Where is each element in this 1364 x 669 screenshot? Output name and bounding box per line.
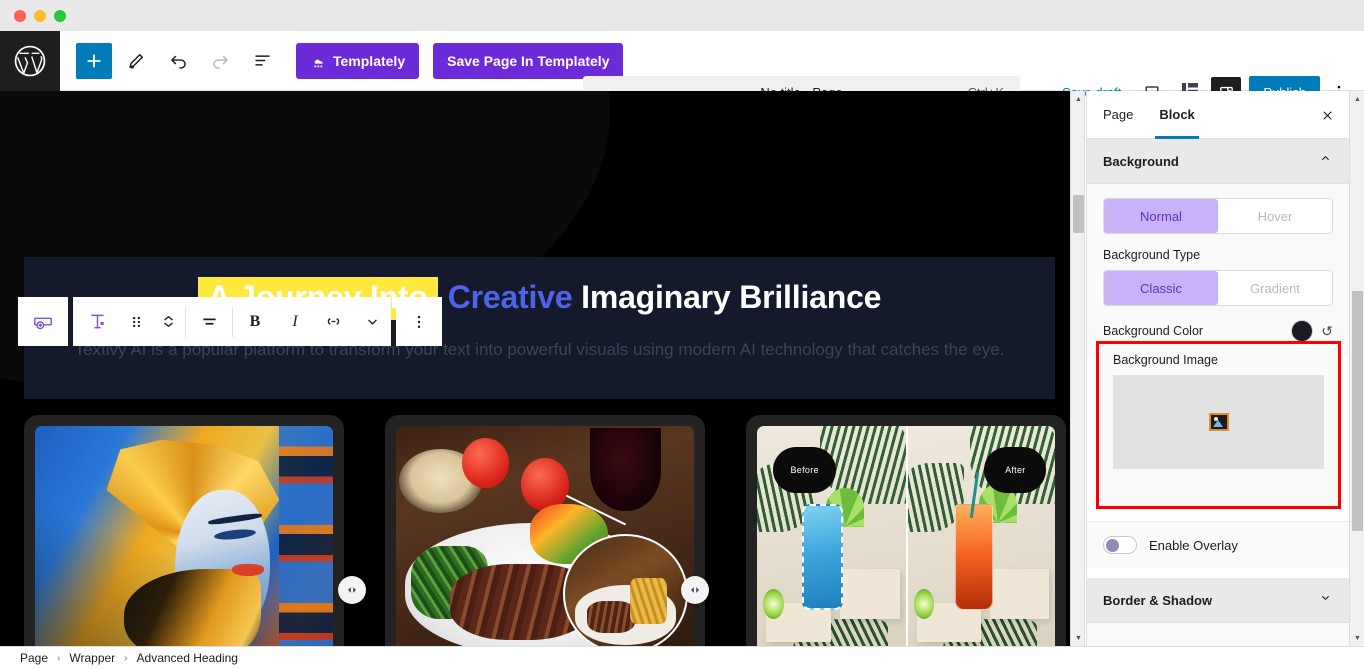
card-before-after[interactable]: Before After — [746, 415, 1066, 646]
before-half: Before — [757, 426, 906, 646]
advanced-heading-icon[interactable] — [73, 297, 121, 346]
settings-sidebar: Page Block Background Normal Hover Backg… — [1086, 91, 1349, 646]
chevron-down-icon[interactable] — [353, 297, 391, 346]
pencil-icon[interactable] — [118, 43, 154, 79]
sidebar-tabs: Page Block — [1087, 91, 1349, 139]
before-label: Before — [773, 446, 836, 493]
drag-dots-icon[interactable] — [121, 297, 151, 346]
window-title-bar — [0, 0, 1364, 31]
card-cubist-portrait[interactable] — [24, 415, 344, 646]
border-shadow-panel-title: Border & Shadow — [1103, 592, 1213, 608]
after-half: After — [906, 426, 1055, 646]
editor-header: Templately Save Page In Templately No ti… — [0, 30, 1364, 108]
state-toggle: Normal Hover — [1103, 198, 1333, 234]
block-options-icon[interactable] — [396, 297, 442, 346]
wordpress-logo-icon[interactable] — [0, 30, 60, 91]
chevron-down-icon[interactable] — [1318, 590, 1333, 610]
image-placeholder-icon — [1208, 413, 1229, 431]
next-panel-stub — [1087, 623, 1349, 646]
header-tool-group: Templately Save Page In Templately — [60, 42, 624, 79]
close-icon[interactable] — [1315, 103, 1339, 127]
undo-arrow-icon[interactable] — [160, 43, 196, 79]
background-type-toggle: Classic Gradient — [1103, 270, 1333, 306]
border-shadow-panel-header[interactable]: Border & Shadow — [1087, 578, 1349, 623]
add-block-button[interactable] — [76, 42, 112, 79]
type-option-gradient[interactable]: Gradient — [1218, 271, 1332, 305]
background-image-section: Background Image — [1096, 341, 1341, 509]
breadcrumb-item-advanced-heading[interactable]: Advanced Heading — [137, 651, 238, 665]
window-close-button[interactable] — [14, 9, 26, 22]
templately-button-label: Templately — [333, 52, 406, 69]
canvas-scroll-thumb[interactable] — [1073, 195, 1084, 233]
align-icon[interactable] — [186, 297, 232, 346]
image-cards-row: Before After — [24, 415, 1066, 646]
heading-accent-text: Creative — [447, 279, 573, 315]
templately-button[interactable]: Templately — [296, 42, 420, 79]
window-zoom-button[interactable] — [54, 9, 66, 22]
breadcrumb-item-wrapper[interactable]: Wrapper — [69, 651, 115, 665]
state-option-normal[interactable]: Normal — [1104, 199, 1218, 233]
italic-icon[interactable]: I — [277, 297, 313, 346]
list-view-icon[interactable] — [244, 43, 280, 79]
canvas-scrollbar[interactable]: ▲ ▼ — [1070, 91, 1085, 646]
block-toolbar: B I — [18, 297, 442, 346]
toggle-knob — [1106, 539, 1119, 552]
breadcrumb-item-page[interactable]: Page — [20, 651, 48, 665]
enable-overlay-label: Enable Overlay — [1149, 537, 1238, 553]
background-image-label: Background Image — [1113, 353, 1218, 367]
sidebar-scroll-down-arrow[interactable]: ▼ — [1350, 630, 1364, 646]
card-resize-handle-left[interactable] — [338, 576, 366, 604]
tab-page[interactable]: Page — [1103, 91, 1133, 139]
sidebar-scrollbar[interactable]: ▲ ▼ — [1349, 91, 1364, 646]
background-color-label: Background Color — [1103, 324, 1204, 338]
save-in-templately-button[interactable]: Save Page In Templately — [433, 42, 624, 79]
background-panel-title: Background — [1103, 153, 1179, 169]
window-minimize-button[interactable] — [34, 9, 46, 22]
reset-icon[interactable]: ↺ — [1321, 323, 1333, 340]
breadcrumb-separator: › — [57, 652, 61, 664]
chevron-updown-icon[interactable] — [151, 297, 185, 346]
breadcrumb: Page › Wrapper › Advanced Heading — [0, 646, 1364, 669]
block-toolbar-main: B I — [73, 297, 391, 346]
link-icon[interactable] — [313, 297, 353, 346]
editor-canvas[interactable]: B I A — [0, 91, 1070, 646]
canvas-scroll-down-arrow[interactable]: ▼ — [1071, 630, 1086, 646]
sidebar-scroll-up-arrow[interactable]: ▲ — [1350, 91, 1364, 107]
background-panel-header[interactable]: Background — [1087, 139, 1349, 184]
heading-rest-text: Imaginary Brilliance — [581, 279, 882, 315]
chevron-up-icon[interactable] — [1318, 151, 1333, 171]
background-panel-body: Normal Hover Background Type Classic Gra… — [1087, 184, 1349, 356]
after-label: After — [984, 446, 1047, 493]
enable-overlay-row: Enable Overlay — [1087, 521, 1349, 568]
state-option-hover[interactable]: Hover — [1218, 199, 1332, 233]
wordpress-block-editor: Templately Save Page In Templately No ti… — [0, 0, 1364, 669]
breadcrumb-separator: › — [124, 652, 128, 664]
templately-cloud-icon — [310, 54, 326, 68]
block-add-icon[interactable] — [18, 297, 68, 346]
redo-arrow-icon[interactable] — [202, 43, 238, 79]
tab-block[interactable]: Block — [1155, 91, 1200, 139]
sidebar-scroll-thumb[interactable] — [1352, 291, 1363, 531]
type-option-classic[interactable]: Classic — [1104, 271, 1218, 305]
enable-overlay-toggle[interactable] — [1103, 536, 1137, 554]
canvas-scroll-up-arrow[interactable]: ▲ — [1071, 91, 1086, 107]
background-color-swatch[interactable] — [1291, 320, 1314, 342]
background-type-label: Background Type — [1103, 248, 1201, 262]
card-resize-handle-right[interactable] — [681, 576, 709, 604]
card-steak-dinner[interactable] — [385, 415, 705, 646]
background-color-row: Background Color ↺ — [1103, 320, 1333, 342]
background-image-dropzone[interactable] — [1113, 375, 1324, 469]
bold-icon[interactable]: B — [233, 297, 277, 346]
zoom-inset — [562, 534, 689, 646]
